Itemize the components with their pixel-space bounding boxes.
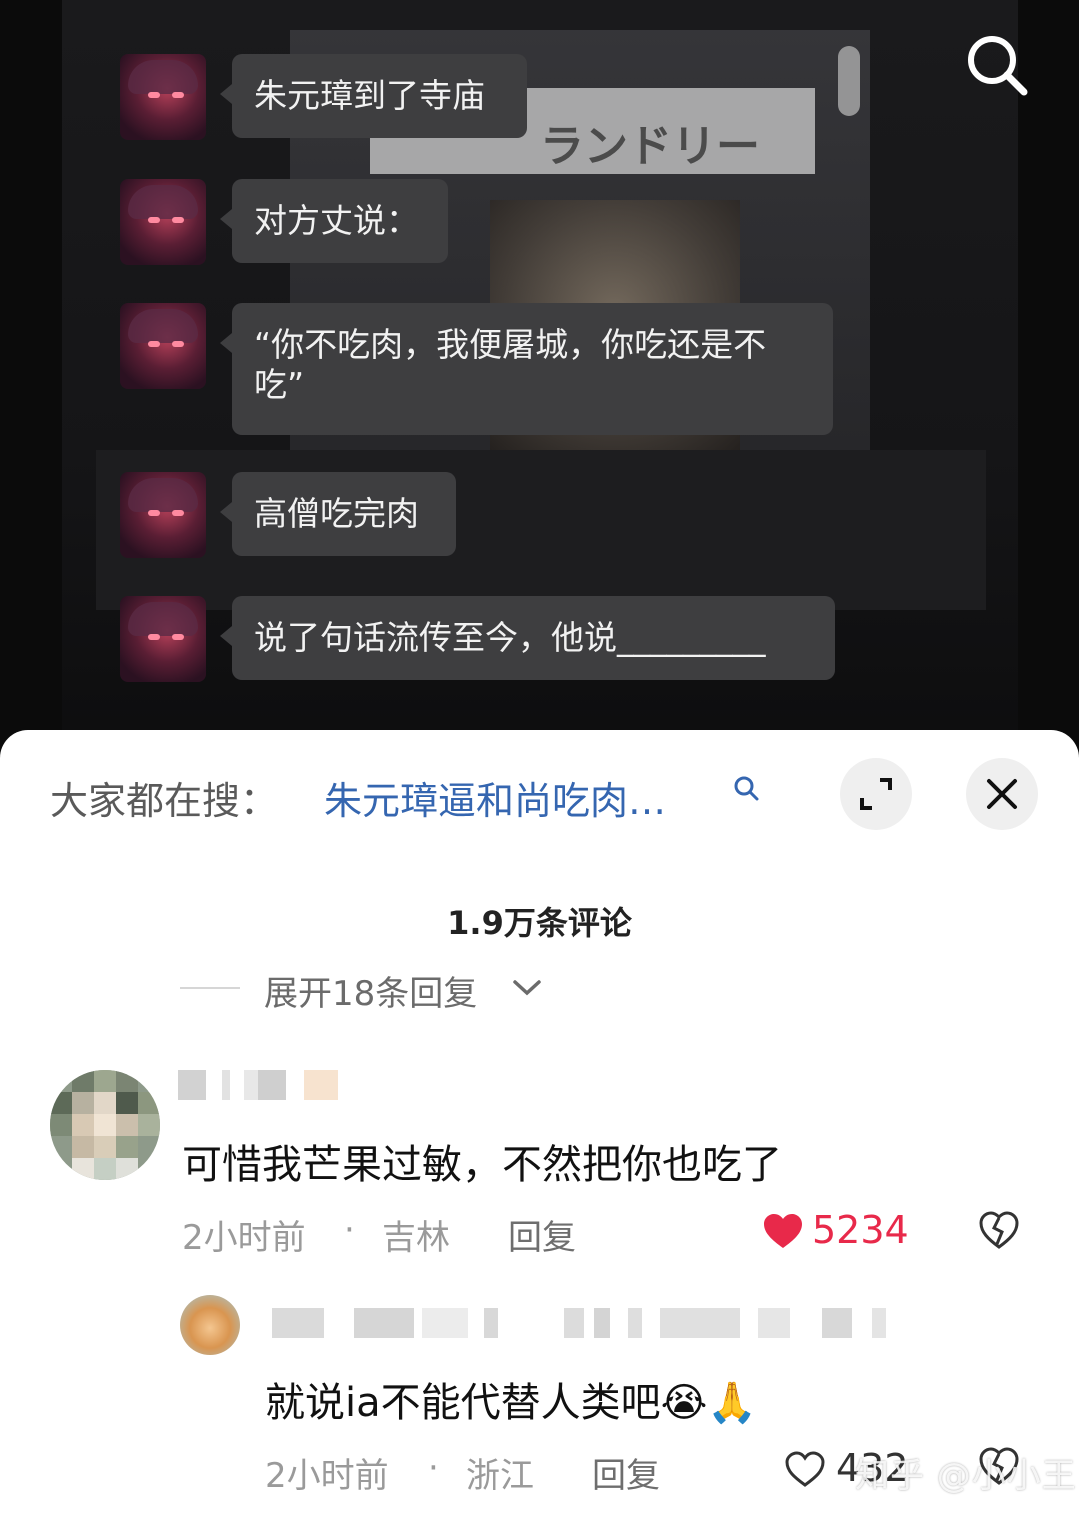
reply-button[interactable]: 回复 bbox=[508, 1210, 576, 1259]
chat-avatar bbox=[120, 54, 206, 140]
chevron-down-icon[interactable] bbox=[512, 978, 542, 998]
search-button[interactable] bbox=[962, 30, 1032, 100]
comment-time: 2小时前 bbox=[182, 1218, 306, 1258]
chat-avatar bbox=[120, 179, 206, 265]
meta-separator: · bbox=[428, 1448, 439, 1488]
username-blurred[interactable] bbox=[178, 1070, 348, 1100]
divider bbox=[180, 987, 240, 989]
heart-icon[interactable] bbox=[784, 1450, 826, 1488]
username-blurred[interactable] bbox=[272, 1308, 892, 1338]
hot-search-label: 大家都在搜： bbox=[50, 779, 279, 823]
expand-button[interactable] bbox=[840, 758, 912, 830]
chat-bubble: 对方丈说： bbox=[220, 179, 448, 263]
hot-search-query-link[interactable]: 朱元璋逼和尚吃肉… bbox=[324, 770, 666, 825]
search-icon[interactable] bbox=[732, 774, 762, 804]
background-street bbox=[96, 450, 986, 610]
like-count: 5234 bbox=[812, 1208, 909, 1252]
video-player[interactable]: ランドリー 朱元璋到了寺庙 对方丈说： “你不吃肉，我便屠城，你吃还是不吃” 高… bbox=[0, 0, 1079, 760]
chat-avatar bbox=[120, 596, 206, 682]
comment-text: 可惜我芒果过敏，不然把你也吃了 bbox=[182, 1142, 782, 1188]
reply-location: 浙江 bbox=[466, 1456, 534, 1496]
reply-text: 就说ia不能代替人类吧😭🙏 bbox=[265, 1380, 758, 1426]
comment-count: 1.9万条评论 bbox=[447, 904, 632, 942]
comment-sheet: 大家都在搜： 朱元璋逼和尚吃肉… 1.9万条评论 展开18条回复 可惜我芒果过敏… bbox=[0, 730, 1079, 1517]
chat-bubble: 说了句话流传至今，他说_________ bbox=[220, 596, 835, 680]
reply-button[interactable]: 回复 bbox=[592, 1448, 660, 1497]
heart-icon[interactable] bbox=[762, 1212, 804, 1250]
close-icon bbox=[987, 779, 1017, 809]
comment-location: 吉林 bbox=[382, 1218, 450, 1258]
sign-text: ランドリー bbox=[540, 121, 760, 172]
search-icon bbox=[968, 36, 1028, 96]
chat-avatar bbox=[120, 472, 206, 558]
reply-time: 2小时前 bbox=[265, 1456, 389, 1496]
expand-icon bbox=[860, 778, 892, 810]
chat-bubble: 朱元璋到了寺庙 bbox=[220, 54, 527, 138]
broken-heart-icon[interactable] bbox=[978, 1210, 1020, 1250]
watermark: 知乎 @小小王 bbox=[855, 1456, 1077, 1496]
chat-avatar bbox=[120, 303, 206, 389]
background-lamp bbox=[838, 46, 860, 116]
avatar[interactable] bbox=[50, 1070, 160, 1180]
chat-bubble: “你不吃肉，我便屠城，你吃还是不吃” bbox=[220, 303, 833, 435]
close-button[interactable] bbox=[966, 758, 1038, 830]
avatar[interactable] bbox=[180, 1295, 240, 1355]
meta-separator: · bbox=[344, 1210, 355, 1250]
chat-bubble: 高僧吃完肉 bbox=[220, 472, 456, 556]
expand-replies-button[interactable]: 展开18条回复 bbox=[264, 966, 477, 1015]
